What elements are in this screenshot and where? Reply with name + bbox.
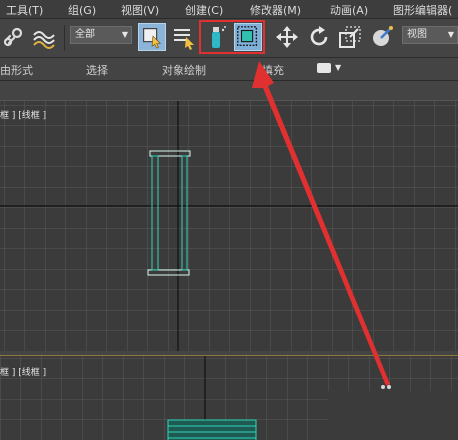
bind-spacewarp-button[interactable] [30,23,58,51]
bind-spacewarp-icon [33,31,55,49]
view-coordinate-button[interactable] [369,23,397,51]
select-by-name-icon [174,29,194,50]
menu-bar: 工具(T) 组(G) 视图(V) 创建(C) 修改器(M) 动画(A) 图形编辑… [0,0,458,19]
ribbon-tab-populate[interactable]: 填充 [262,62,284,78]
menu-group[interactable]: 组(G) [68,2,96,18]
reference-coordinate-value: 视图 [407,29,427,40]
ribbon-tab-freeform[interactable]: 由形式 [0,62,33,78]
move-button[interactable] [273,23,301,51]
select-by-name-button[interactable] [170,23,198,51]
select-object-button[interactable] [138,23,166,51]
ribbon-tab-object-paint[interactable]: 对象绘制 [162,62,206,78]
menu-graph-editors[interactable]: 图形编辑器( [393,2,452,18]
viewport-grid [0,101,458,351]
ribbon-options-icon[interactable] [317,63,331,73]
menu-animation[interactable]: 动画(A) [330,2,368,18]
link-icon [3,27,23,47]
menu-tools[interactable]: 工具(T) [6,2,43,18]
toolbar-separator [64,25,65,51]
wireframe-object-bottom[interactable] [167,419,257,440]
chevron-down-icon: ▼ [121,30,128,39]
viewport-grid [0,356,458,440]
chevron-down-icon: ▼ [447,30,454,39]
reference-coordinate-dropdown[interactable]: 视图 ▼ [402,26,458,44]
scale-button[interactable] [336,23,364,51]
view-coordinate-icon [373,26,393,46]
ribbon-tab-selection[interactable]: 选择 [86,62,108,78]
menu-create[interactable]: 创建(C) [185,2,223,18]
selection-filter-dropdown[interactable]: 全部 ▼ [70,26,132,44]
select-object-icon [143,28,162,49]
main-toolbar: 全部 ▼ 视图 ▼ [0,19,458,58]
move-icon [276,26,298,48]
menu-view[interactable]: 视图(V) [121,2,159,18]
link-button[interactable] [0,23,28,51]
bottom-viewport[interactable]: 框 ] [线框 ] [0,355,458,440]
scale-icon [339,26,361,48]
menu-modifiers[interactable]: 修改器(M) [250,2,301,18]
rotate-button[interactable] [305,23,333,51]
top-viewport[interactable]: 框 ] [线框 ] [0,100,458,351]
highlight-box [199,20,265,54]
chevron-down-icon: ▼ [335,63,342,72]
viewport-label[interactable]: 框 ] [线框 ] [0,365,46,378]
selection-filter-value: 全部 [75,29,95,40]
viewport-label[interactable]: 框 ] [线框 ] [0,108,46,121]
rotate-icon [310,26,328,46]
ribbon-bar: 由形式 选择 对象绘制 填充 ▼ [0,58,458,81]
viewport-gap [0,81,458,100]
